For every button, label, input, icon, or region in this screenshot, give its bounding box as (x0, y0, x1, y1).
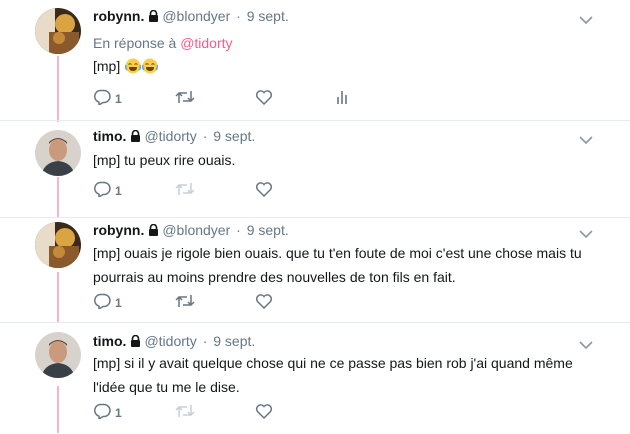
reply-handle-link[interactable]: @tidorty (180, 35, 232, 51)
chevron-down-icon[interactable] (579, 226, 593, 239)
lock-icon (148, 222, 159, 240)
reply-count: 1 (115, 92, 122, 106)
tweet-actions: 1 (93, 89, 393, 109)
heart-icon (255, 293, 273, 314)
tweet-actions: 1 (93, 181, 393, 201)
tweet-text-line: [mp] ouais je rigole bien ouais. que tu … (93, 245, 582, 261)
tweet-text: [mp] tu peux rire ouais. (93, 152, 236, 168)
tweet-date[interactable]: 9 sept. (213, 128, 255, 144)
tweet-text-line: l'idée que tu me le dise. (93, 379, 240, 395)
analytics-icon (336, 89, 350, 110)
tweet[interactable]: robynn. @blondyer · 9 sept. En réponse à … (0, 0, 630, 120)
author-handle[interactable]: @blondyer (162, 222, 230, 238)
tweet-actions: 1 (93, 403, 393, 423)
tweet-date[interactable]: 9 sept. (213, 333, 255, 349)
lock-icon (148, 8, 159, 26)
reply-count: 1 (115, 296, 122, 310)
reply-button[interactable]: 1 (93, 293, 122, 313)
author-name[interactable]: robynn. (93, 8, 144, 24)
reply-button[interactable]: 1 (93, 181, 122, 201)
retweet-button[interactable] (175, 293, 195, 313)
reply-count: 1 (115, 184, 122, 198)
lock-icon (130, 333, 141, 351)
tweet[interactable]: timo. @tidorty · 9 sept. [mp] tu peux rir… (0, 120, 630, 218)
retweet-button[interactable] (175, 89, 195, 109)
tweet-text: [mp] si il y avait quelque chose qui ne … (93, 351, 603, 399)
analytics-button[interactable] (336, 89, 350, 109)
chevron-down-icon[interactable] (579, 12, 593, 25)
retweet-icon (175, 403, 195, 424)
like-button[interactable] (255, 89, 273, 109)
reply-prefix: En réponse à (93, 35, 177, 51)
tweet-text-content: [mp] (93, 58, 121, 74)
retweet-icon (175, 293, 195, 314)
reply-icon (93, 403, 111, 424)
retweet-icon (175, 181, 195, 202)
tweet[interactable]: robynn. @blondyer · 9 sept. [mp] ouais je… (0, 217, 630, 323)
heart-icon (255, 181, 273, 202)
reply-icon (93, 89, 111, 110)
author-handle[interactable]: @tidorty (144, 128, 196, 144)
like-button[interactable] (255, 403, 273, 423)
author-name[interactable]: timo. (93, 128, 126, 144)
tweet-date[interactable]: 9 sept. (247, 8, 289, 24)
tweet-actions: 1 (93, 293, 393, 313)
author-handle[interactable]: @tidorty (144, 333, 196, 349)
timo-avatar[interactable] (35, 332, 81, 378)
chevron-down-icon[interactable] (579, 132, 593, 145)
chevron-down-icon[interactable] (579, 337, 593, 350)
heart-icon (255, 403, 273, 424)
lock-icon (130, 128, 141, 146)
face-with-tears-of-joy-icon (124, 57, 142, 74)
separator: · (202, 333, 208, 349)
tweet-text: [mp] ouais je rigole bien ouais. que tu … (93, 241, 603, 289)
like-button[interactable] (255, 181, 273, 201)
separator: · (236, 222, 241, 238)
reply-button[interactable]: 1 (93, 89, 122, 109)
tweet-text-line: pourrais au moins prendre des nouvelles … (93, 269, 456, 285)
robynn-avatar[interactable] (35, 222, 81, 268)
retweet-icon (175, 89, 195, 110)
robynn-avatar[interactable] (35, 8, 81, 54)
author-name[interactable]: timo. (93, 333, 126, 349)
like-button[interactable] (255, 293, 273, 313)
separator: · (202, 128, 208, 144)
face-with-tears-of-joy-icon (141, 57, 159, 74)
retweet-button[interactable] (175, 181, 195, 201)
reply-icon (93, 181, 111, 202)
tweet-date[interactable]: 9 sept. (247, 222, 289, 238)
author-handle[interactable]: @blondyer (162, 8, 230, 24)
reply-count: 1 (115, 406, 122, 420)
tweet-text-line: [mp] si il y avait quelque chose qui ne … (93, 355, 573, 371)
timo-avatar[interactable] (35, 130, 81, 176)
retweet-button[interactable] (175, 403, 195, 423)
separator: · (236, 8, 241, 24)
reply-icon (93, 293, 111, 314)
heart-icon (255, 89, 273, 110)
tweet-text: [mp] (93, 54, 603, 78)
reply-context: En réponse à @tidorty (93, 34, 233, 52)
tweet[interactable]: timo. @tidorty · 9 sept. [mp] si il y ava… (0, 322, 630, 434)
author-name[interactable]: robynn. (93, 222, 144, 238)
reply-button[interactable]: 1 (93, 403, 122, 423)
